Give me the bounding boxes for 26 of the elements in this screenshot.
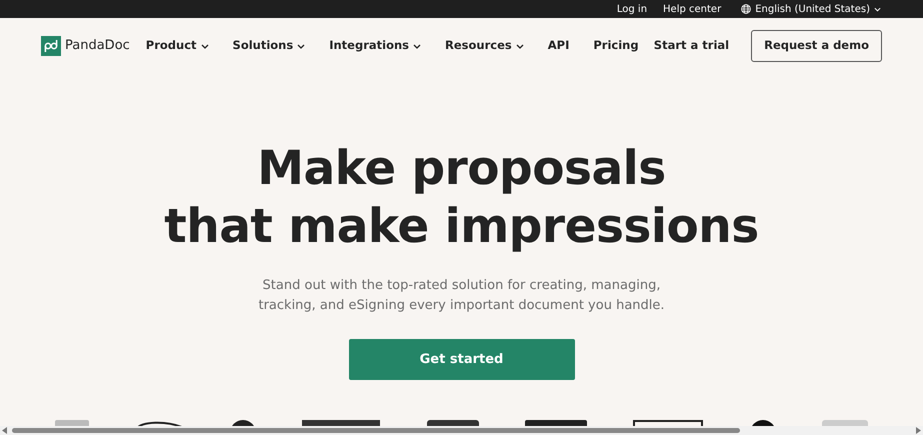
nav-link[interactable]: Solutions [232,37,306,55]
left-arrow-icon[interactable] [2,427,8,434]
chevron-down-icon [297,44,306,48]
nav-link[interactable]: API [548,37,570,55]
nav-link[interactable]: Integrations [329,37,422,55]
chevron-down-icon [200,44,209,48]
chevron-down-icon [516,44,524,48]
scrollbar[interactable] [0,426,923,435]
chevron-down-icon [874,6,881,12]
brand-logo[interactable]: PandaDoc [41,36,130,56]
nav-link[interactable]: Resources [445,37,524,55]
top-link[interactable]: Help center [663,2,722,16]
logo-icon [41,36,61,56]
right-arrow-icon[interactable] [915,427,921,434]
language-selector[interactable]: English (United States) [741,2,881,16]
chevron-down-icon [413,44,422,48]
nav-link[interactable]: Pricing [593,37,639,55]
top-link[interactable]: Log in [616,2,648,16]
scrollbar-thumb[interactable] [12,428,740,433]
nav-link[interactable]: Product [146,37,209,55]
globe-icon [741,4,752,14]
demo-button[interactable]: Request a demo [751,30,882,62]
headline: Make proposals that make impressions [163,140,760,256]
get-started-button[interactable]: Get started [348,339,574,380]
trial-link[interactable]: Start a trial [654,37,730,55]
subtitle: Stand out with the top-rated solution for creating, managing, tracking, and eSigning every important document you handle. [257,277,666,315]
